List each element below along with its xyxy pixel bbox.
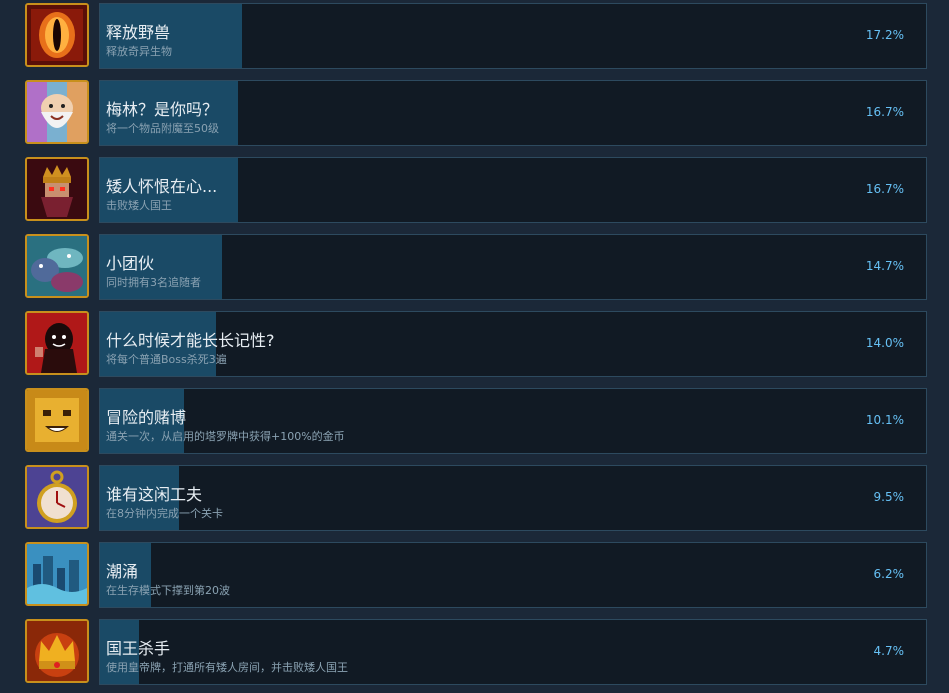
achievement-row[interactable]: 国王杀手 使用皇帝牌，打通所有矮人房间，并击败矮人国王 4.7% [0, 619, 949, 685]
golden-face-icon [25, 388, 89, 452]
achievement-progress-bar: 释放野兽 释放奇异生物 17.2% [99, 3, 927, 69]
achievement-description: 将每个普通Boss杀死3遍 [106, 353, 227, 366]
achievement-percent: 9.5% [873, 490, 905, 504]
achievement-progress-bar: 小团伙 同时拥有3名追随者 14.7% [99, 234, 927, 300]
achievement-title: 国王杀手 [106, 639, 171, 658]
achievement-percent: 17.2% [865, 28, 904, 42]
achievement-title: 什么时候才能长长记性? [106, 331, 275, 350]
achievement-list: 释放野兽 释放奇异生物 17.2% 梅林？是你吗？ 将一个物品附魔至50级 16… [0, 0, 949, 693]
achievement-description: 释放奇异生物 [106, 45, 172, 58]
achievement-title: 小团伙 [106, 254, 155, 273]
achievement-description: 使用皇帝牌，打通所有矮人房间，并击败矮人国王 [106, 661, 348, 674]
achievement-percent: 16.7% [865, 105, 904, 119]
achievement-description: 在生存模式下撑到第20波 [106, 584, 230, 597]
achievement-title: 梅林？是你吗？ [106, 100, 219, 119]
achievement-description: 击败矮人国王 [106, 199, 172, 212]
achievement-progress-bar: 什么时候才能长长记性? 将每个普通Boss杀死3遍 14.0% [99, 311, 927, 377]
achievement-progress-bar: 梅林？是你吗？ 将一个物品附魔至50级 16.7% [99, 80, 927, 146]
achievement-percent: 4.7% [873, 644, 905, 658]
achievement-description: 通关一次，从启用的塔罗牌中获得+100%的金币 [106, 430, 345, 443]
achievement-progress-bar: 冒险的赌博 通关一次，从启用的塔罗牌中获得+100%的金币 10.1% [99, 388, 927, 454]
achievement-title: 矮人怀恨在心... [106, 177, 218, 196]
achievement-description: 同时拥有3名追随者 [106, 276, 201, 289]
beast-eye-icon [25, 3, 89, 67]
achievement-row[interactable]: 什么时候才能长长记性? 将每个普通Boss杀死3遍 14.0% [0, 311, 949, 377]
achievement-row[interactable]: 小团伙 同时拥有3名追随者 14.7% [0, 234, 949, 300]
achievement-percent: 16.7% [865, 182, 904, 196]
achievement-progress-bar: 潮涌 在生存模式下撑到第20波 6.2% [99, 542, 927, 608]
golden-crown-icon [25, 619, 89, 683]
achievement-row[interactable]: 梅林？是你吗？ 将一个物品附魔至50级 16.7% [0, 80, 949, 146]
achievement-title: 冒险的赌博 [106, 408, 187, 427]
achievement-percent: 6.2% [873, 567, 905, 581]
achievement-description: 将一个物品附魔至50级 [106, 122, 219, 135]
hooded-figure-icon [25, 311, 89, 375]
achievement-row[interactable]: 潮涌 在生存模式下撑到第20波 6.2% [0, 542, 949, 608]
achievement-row[interactable]: 冒险的赌博 通关一次，从启用的塔罗牌中获得+100%的金币 10.1% [0, 388, 949, 454]
achievement-row[interactable]: 矮人怀恨在心... 击败矮人国王 16.7% [0, 157, 949, 223]
followers-gang-icon [25, 234, 89, 298]
achievement-percent: 10.1% [865, 413, 904, 427]
achievement-percent: 14.7% [865, 259, 904, 273]
achievement-row[interactable]: 释放野兽 释放奇异生物 17.2% [0, 3, 949, 69]
tidal-city-icon [25, 542, 89, 606]
achievement-row[interactable]: 谁有这闲工夫 在8分钟内完成一个关卡 9.5% [0, 465, 949, 531]
dwarf-king-icon [25, 157, 89, 221]
achievement-progress-bar: 矮人怀恨在心... 击败矮人国王 16.7% [99, 157, 927, 223]
achievement-title: 谁有这闲工夫 [106, 485, 203, 504]
achievement-percent: 14.0% [865, 336, 904, 350]
achievement-title: 潮涌 [106, 562, 139, 581]
achievement-title: 释放野兽 [106, 23, 171, 42]
pocket-watch-icon [25, 465, 89, 529]
achievement-description: 在8分钟内完成一个关卡 [106, 507, 223, 520]
merlin-wizard-icon [25, 80, 89, 144]
achievement-progress-bar: 谁有这闲工夫 在8分钟内完成一个关卡 9.5% [99, 465, 927, 531]
achievement-progress-bar: 国王杀手 使用皇帝牌，打通所有矮人房间，并击败矮人国王 4.7% [99, 619, 927, 685]
